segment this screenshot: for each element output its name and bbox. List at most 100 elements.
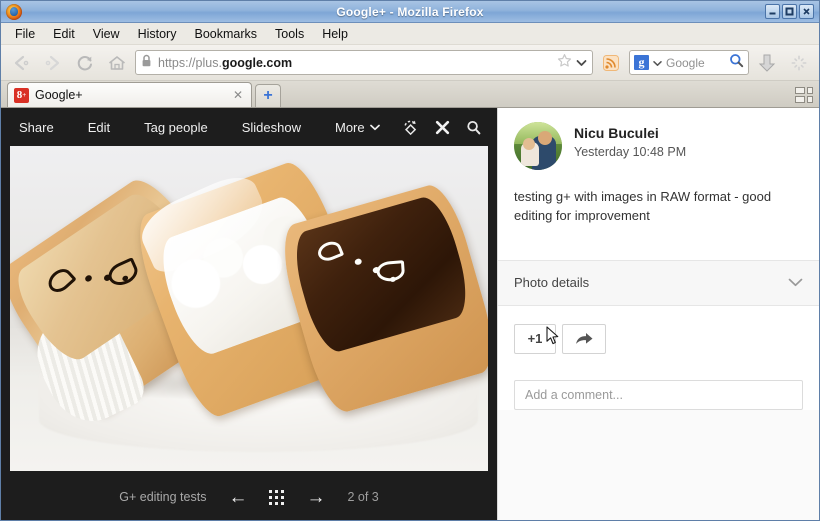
photo-area <box>1 146 497 474</box>
share-arrow-icon[interactable] <box>562 323 606 354</box>
menu-help-label: Help <box>322 26 348 41</box>
close-button[interactable] <box>799 4 814 19</box>
tab-glyph-cell <box>795 96 805 103</box>
google-plus-favicon: 8 + <box>14 87 29 103</box>
album-name[interactable]: G+ editing tests <box>119 490 206 504</box>
url-text: https://plus.google.com <box>158 56 292 70</box>
list-all-tabs-icon[interactable] <box>795 87 813 103</box>
menu-history[interactable]: History <box>130 25 185 43</box>
back-arrow-icon[interactable] <box>7 50 35 76</box>
rotate-icon[interactable] <box>402 119 419 136</box>
post-actions: +1 <box>498 306 819 354</box>
grid-dot <box>281 489 285 493</box>
close-icon[interactable] <box>435 120 450 135</box>
menu-tools[interactable]: Tools <box>267 25 312 43</box>
download-arrow-icon[interactable] <box>753 50 781 76</box>
url-domain: google.com <box>221 55 293 70</box>
tab-glyph-cell <box>795 87 805 94</box>
page-content: Share Edit Tag people Slideshow More G+ … <box>1 108 819 520</box>
reload-icon[interactable] <box>71 50 99 76</box>
navigation-toolbar: https://plus.google.com g Google <box>1 45 819 81</box>
post-timestamp[interactable]: Yesterday 10:48 PM <box>574 145 686 159</box>
url-bar-actions <box>557 53 587 73</box>
tab-title: Google+ <box>35 88 83 102</box>
grid-view-icon[interactable] <box>269 489 285 505</box>
photo-details-section[interactable]: Photo details <box>498 259 819 306</box>
tab-google-plus[interactable]: 8 + Google+ ✕ <box>7 82 252 107</box>
plus-one-button[interactable]: +1 <box>514 323 556 354</box>
menu-file[interactable]: File <box>7 25 43 43</box>
magnifier-icon[interactable] <box>729 53 744 73</box>
menu-view[interactable]: View <box>85 25 128 43</box>
post-header: Nicu Buculei Yesterday 10:48 PM <box>498 108 819 170</box>
panel-filler <box>498 409 819 520</box>
menu-view-label: View <box>92 26 120 41</box>
menu-bookmarks[interactable]: Bookmarks <box>186 25 265 43</box>
edit-button[interactable]: Edit <box>88 116 110 139</box>
home-icon[interactable] <box>103 50 131 76</box>
url-bar[interactable]: https://plus.google.com <box>135 50 593 75</box>
rss-feed-icon[interactable] <box>597 50 625 76</box>
share-button[interactable]: Share <box>19 116 54 139</box>
grid-dot <box>275 501 279 505</box>
search-bar[interactable]: g Google <box>629 50 749 75</box>
more-button[interactable]: More <box>335 116 380 139</box>
grid-dot <box>269 489 273 493</box>
photo-details-label: Photo details <box>514 275 590 291</box>
title-bar: Google+ - Mozilla Firefox <box>1 1 819 23</box>
chevron-down-icon[interactable] <box>788 274 803 292</box>
firefox-window: Google+ - Mozilla Firefox File Edit View… <box>0 0 820 521</box>
chevron-down-icon[interactable] <box>653 54 662 72</box>
maximize-button[interactable] <box>782 4 797 19</box>
viewer-icon-group <box>402 119 481 136</box>
viewer-toolbar: Share Edit Tag people Slideshow More <box>1 108 497 146</box>
forward-arrow-icon[interactable] <box>39 50 67 76</box>
viewer-bottom-bar: G+ editing tests ← → 2 of 3 <box>1 474 497 520</box>
grid-dot <box>281 501 285 505</box>
author-name[interactable]: Nicu Buculei <box>574 124 686 142</box>
tag-people-button[interactable]: Tag people <box>144 116 208 139</box>
menu-edit[interactable]: Edit <box>45 25 83 43</box>
firefox-logo-icon <box>6 3 22 20</box>
tab-bar: 8 + Google+ ✕ + <box>1 81 819 108</box>
close-icon[interactable]: ✕ <box>231 88 245 102</box>
previous-photo-button[interactable]: ← <box>228 488 247 507</box>
menu-bookmarks-label: Bookmarks <box>194 26 258 41</box>
search-input[interactable]: Google <box>666 56 725 70</box>
grid-dot <box>269 495 273 499</box>
chevron-down-icon <box>369 124 380 130</box>
photo-viewer: Share Edit Tag people Slideshow More G+ … <box>1 108 497 520</box>
window-controls <box>765 4 816 19</box>
post-text: testing g+ with images in RAW format - g… <box>514 189 772 223</box>
menu-bar: File Edit View History Bookmarks Tools H… <box>1 23 819 45</box>
zoom-icon[interactable] <box>466 120 481 135</box>
next-photo-button[interactable]: → <box>306 488 325 507</box>
author-block: Nicu Buculei Yesterday 10:48 PM <box>574 122 686 170</box>
slideshow-button[interactable]: Slideshow <box>242 116 301 139</box>
more-label: More <box>335 119 365 135</box>
minimize-button[interactable] <box>765 4 780 19</box>
window-title: Google+ - Mozilla Firefox <box>336 4 484 19</box>
comment-area: Add a comment... <box>498 354 819 410</box>
avatar[interactable] <box>514 122 562 170</box>
comment-input[interactable]: Add a comment... <box>514 379 803 410</box>
grid-dot <box>275 489 279 493</box>
grid-dot <box>275 495 279 499</box>
grid-dot <box>281 495 285 499</box>
avatar-person-head <box>538 131 552 145</box>
star-icon[interactable] <box>557 53 572 73</box>
avatar-child-head <box>523 138 535 150</box>
google-search-engine-icon: g <box>634 55 649 70</box>
tab-glyph-cell <box>807 87 813 94</box>
menu-help[interactable]: Help <box>314 25 356 43</box>
url-scheme: https://plus. <box>158 55 222 70</box>
photo-counter: 2 of 3 <box>347 490 379 504</box>
padlock-icon <box>141 54 152 72</box>
new-tab-button[interactable]: + <box>255 84 281 107</box>
menu-history-label: History <box>137 26 177 41</box>
menu-file-label: File <box>15 26 36 41</box>
grid-dot <box>269 501 273 505</box>
photo-eclairs[interactable] <box>10 146 488 471</box>
chevron-down-icon[interactable] <box>576 54 587 72</box>
menu-edit-label: Edit <box>53 26 75 41</box>
